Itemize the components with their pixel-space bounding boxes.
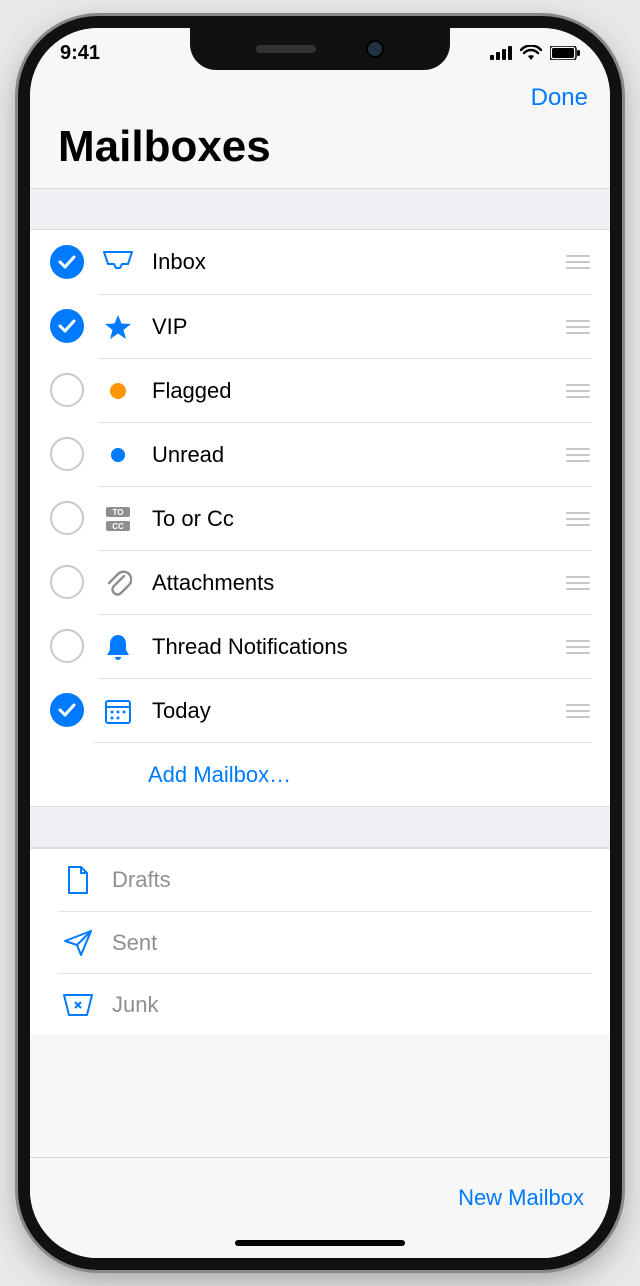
drag-handle-icon[interactable] (564, 320, 592, 334)
folder-list: Drafts Sent Junk (30, 848, 610, 1035)
phone-frame: 9:41 Done Mailboxes In (18, 16, 622, 1270)
mailbox-row[interactable]: VIP (30, 294, 610, 358)
tocc-icon: TO CC (98, 505, 138, 533)
folder-label: Sent (112, 930, 592, 956)
star-icon (98, 313, 138, 341)
done-button[interactable]: Done (531, 84, 588, 112)
bell-icon (98, 632, 138, 662)
drag-handle-icon[interactable] (564, 704, 592, 718)
svg-text:CC: CC (112, 522, 124, 531)
front-camera (366, 40, 384, 58)
status-time: 9:41 (60, 42, 100, 65)
add-mailbox-label[interactable]: Add Mailbox… (148, 762, 592, 788)
mailbox-label: Thread Notifications (152, 634, 564, 660)
checkbox[interactable] (50, 309, 84, 343)
mailbox-label: VIP (152, 314, 564, 340)
home-indicator[interactable] (235, 1240, 405, 1246)
folder-label: Drafts (112, 867, 592, 893)
calendar-icon (98, 697, 138, 725)
drag-handle-icon[interactable] (564, 640, 592, 654)
mailbox-row[interactable]: Flagged (30, 358, 610, 422)
checkbox[interactable] (50, 373, 84, 407)
section-spacer (30, 188, 610, 230)
inbox-icon (98, 250, 138, 274)
mailbox-row[interactable]: Unread (30, 422, 610, 486)
section-spacer (30, 806, 610, 848)
checkbox[interactable] (50, 629, 84, 663)
mailbox-label: Unread (152, 442, 564, 468)
mailbox-row[interactable]: Attachments (30, 550, 610, 614)
plane-icon (58, 929, 98, 957)
unread-icon (98, 446, 138, 464)
drag-handle-icon[interactable] (564, 384, 592, 398)
battery-icon (550, 46, 580, 60)
nav-bar: Done (30, 78, 610, 118)
checkbox[interactable] (50, 437, 84, 471)
folder-row[interactable]: Junk (30, 973, 610, 1035)
mailbox-label: Today (152, 698, 564, 724)
drag-handle-icon[interactable] (564, 576, 592, 590)
doc-icon (58, 865, 98, 895)
mailbox-row[interactable]: Thread Notifications (30, 614, 610, 678)
wifi-icon (520, 45, 542, 61)
mailbox-label: Inbox (152, 249, 564, 275)
mailbox-row[interactable]: TO CC To or Cc (30, 486, 610, 550)
screen: 9:41 Done Mailboxes In (30, 28, 610, 1258)
drag-handle-icon[interactable] (564, 255, 592, 269)
mailbox-list: Inbox VIP Flagged Unread TO CC To or Cc (30, 230, 610, 806)
mailbox-label: Attachments (152, 570, 564, 596)
page-title: Mailboxes (30, 118, 610, 188)
checkbox[interactable] (50, 693, 84, 727)
folder-row[interactable]: Sent (30, 911, 610, 973)
mailbox-label: Flagged (152, 378, 564, 404)
flag-icon (98, 381, 138, 401)
new-mailbox-button[interactable]: New Mailbox (458, 1185, 584, 1211)
folder-label: Junk (112, 992, 592, 1018)
add-mailbox-row[interactable]: Add Mailbox… (30, 742, 610, 806)
notch (190, 28, 450, 70)
drag-handle-icon[interactable] (564, 448, 592, 462)
mailbox-row[interactable]: Today (30, 678, 610, 742)
junk-icon (58, 993, 98, 1017)
mailbox-row[interactable]: Inbox (30, 230, 610, 294)
cellular-icon (490, 46, 512, 60)
checkbox[interactable] (50, 565, 84, 599)
clip-icon (98, 568, 138, 598)
drag-handle-icon[interactable] (564, 512, 592, 526)
folder-row[interactable]: Drafts (30, 849, 610, 911)
speaker (256, 45, 316, 53)
checkbox[interactable] (50, 245, 84, 279)
svg-text:TO: TO (113, 508, 124, 517)
checkbox[interactable] (50, 501, 84, 535)
mailbox-label: To or Cc (152, 506, 564, 532)
